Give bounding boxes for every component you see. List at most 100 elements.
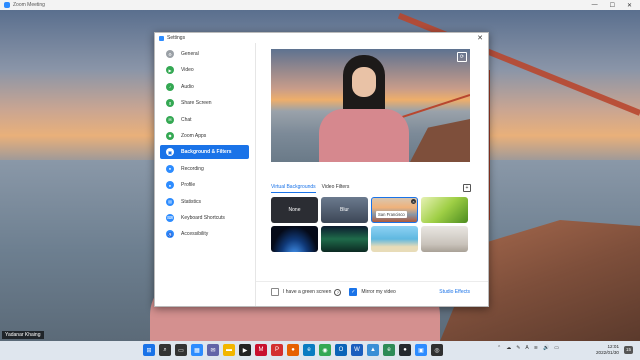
zoom-title-bar: Zoom Meeting — ☐ ✕: [0, 0, 640, 10]
task-view-icon[interactable]: ▭: [175, 344, 187, 356]
windows-start-icon[interactable]: ⊞: [143, 344, 155, 356]
word-icon[interactable]: W: [351, 344, 363, 356]
mirror-video-checkbox[interactable]: ✓: [349, 288, 358, 296]
sidebar-item-label: Statistics: [181, 198, 202, 205]
zoom-logo-icon: [159, 35, 164, 41]
bg-tile-san-francisco[interactable]: × San Francisco: [371, 197, 418, 223]
firefox-icon[interactable]: ●: [287, 344, 299, 356]
system-tray: ⌃ ☁ ✎ A ≋ 🔊 ▭: [497, 345, 559, 351]
tray-chevron-icon[interactable]: ⌃: [497, 345, 501, 351]
close-window-button[interactable]: ✕: [627, 2, 632, 9]
sidebar-item-zoom-apps[interactable]: ◆ Zoom Apps: [160, 129, 249, 143]
settings-sidebar: ⚙ General ▶ Video ♪ Audio ⬆ Share Screen ✉ Chat ◆ Z…: [155, 47, 255, 244]
sidebar-item-statistics[interactable]: ▤ Statistics: [160, 195, 249, 209]
taskbar-apps: ⊞ ⌕ ▭ ▦ ✉ ▬ ▶ M P ● e ◉ O W ▲ e ● ▣ ◎: [143, 344, 443, 356]
obs-icon[interactable]: ◎: [431, 344, 443, 356]
video-preview: ⟳: [271, 49, 470, 162]
onedrive-icon[interactable]: ☁: [506, 345, 511, 351]
photos-icon[interactable]: ▲: [367, 344, 379, 356]
volume-icon[interactable]: 🔊: [543, 345, 549, 351]
bg-tile-earth[interactable]: [271, 226, 318, 252]
chrome-icon[interactable]: ◉: [319, 344, 331, 356]
sidebar-item-video[interactable]: ▶ Video: [160, 63, 249, 77]
widgets-icon[interactable]: ▦: [191, 344, 203, 356]
green-screen-checkbox[interactable]: [271, 288, 279, 296]
maximize-button[interactable]: ☐: [610, 2, 615, 9]
close-dialog-button[interactable]: ✕: [477, 34, 483, 42]
apps-icon: ◆: [166, 131, 174, 140]
share-screen-icon: ⬆: [166, 99, 174, 108]
sidebar-item-label: General: [181, 51, 199, 57]
zoom-icon[interactable]: ▣: [415, 344, 427, 356]
tile-tooltip: San Francisco: [376, 211, 407, 218]
sidebar-item-label: Accessibility: [181, 231, 209, 238]
preview-person-body: [319, 109, 409, 162]
help-icon[interactable]: ?: [334, 288, 342, 296]
footer-divider: [256, 281, 488, 282]
chat-teams-icon[interactable]: ✉: [207, 344, 219, 356]
sidebar-item-keyboard-shortcuts[interactable]: ⌨ Keyboard Shortcuts: [160, 211, 249, 225]
sidebar-item-recording[interactable]: ● Recording: [160, 162, 249, 176]
edge-icon[interactable]: e: [303, 344, 315, 356]
statistics-icon: ▤: [166, 197, 174, 206]
zoom-logo-icon: [4, 2, 10, 8]
search-icon[interactable]: ⌕: [159, 344, 171, 356]
sidebar-item-audio[interactable]: ♪ Audio: [160, 80, 249, 94]
studio-effects-link[interactable]: Studio Effects: [439, 289, 470, 295]
github-icon[interactable]: ●: [399, 344, 411, 356]
notification-badge[interactable]: 15: [624, 346, 633, 354]
minimize-button[interactable]: —: [592, 2, 598, 9]
file-explorer-icon[interactable]: ▬: [223, 344, 235, 356]
keyboard-icon: ⌨: [166, 213, 174, 222]
sidebar-item-label: Recording: [181, 165, 204, 172]
dialog-title: Settings: [167, 35, 186, 41]
taskbar: ⊞ ⌕ ▭ ▦ ✉ ▬ ▶ M P ● e ◉ O W ▲ e ● ▣ ◎ ⌃ ☁ ✎ A ≋ 🔊 ▭ 12:01 …: [0, 341, 640, 360]
battery-icon[interactable]: ▭: [554, 345, 559, 351]
divider: [255, 43, 256, 306]
dialog-title-bar: Settings ✕: [155, 33, 488, 43]
sidebar-item-label: Zoom Apps: [181, 132, 207, 139]
bg-tile-none[interactable]: None: [271, 197, 318, 223]
bg-tile-grass[interactable]: [421, 197, 468, 223]
sidebar-item-label: Video: [181, 67, 194, 74]
sidebar-item-accessibility[interactable]: ♿ Accessibility: [160, 227, 249, 241]
remove-background-icon[interactable]: ×: [411, 199, 416, 204]
media-icon[interactable]: ▶: [239, 344, 251, 356]
sidebar-item-chat[interactable]: ✉ Chat: [160, 113, 249, 127]
sidebar-item-profile[interactable]: ● Profile: [160, 178, 249, 192]
rotate-video-icon[interactable]: ⟳: [457, 52, 467, 62]
preview-person-face: [352, 67, 376, 97]
bg-tile-blur[interactable]: Blur: [321, 197, 368, 223]
tile-label: Blur: [340, 207, 349, 213]
profile-icon: ●: [166, 181, 174, 190]
bg-tile-aurora[interactable]: [321, 226, 368, 252]
pen-icon[interactable]: ✎: [516, 345, 520, 351]
background-grid: None Blur × San Francisco: [271, 197, 470, 252]
participant-name-label: Yadanar Khaing: [2, 331, 44, 339]
wifi-icon[interactable]: ≋: [534, 345, 538, 351]
outlook-icon[interactable]: O: [335, 344, 347, 356]
edge-dev-icon[interactable]: e: [383, 344, 395, 356]
sidebar-item-label: Chat: [181, 116, 192, 123]
language-icon[interactable]: A: [525, 345, 528, 351]
sidebar-item-general[interactable]: ⚙ General: [160, 47, 249, 61]
headphones-icon: ♪: [166, 82, 174, 91]
add-background-button[interactable]: +: [463, 184, 471, 192]
video-icon: ▶: [166, 66, 174, 75]
sidebar-item-share-screen[interactable]: ⬆ Share Screen: [160, 96, 249, 110]
tab-video-filters[interactable]: Video Filters: [322, 184, 350, 193]
tile-label: None: [288, 207, 301, 213]
mcafee-icon[interactable]: M: [255, 344, 267, 356]
sidebar-item-label: Background & Filters: [181, 149, 232, 156]
sidebar-item-label: Share Screen: [181, 100, 212, 107]
window-title: Zoom Meeting: [13, 2, 45, 8]
tab-virtual-backgrounds[interactable]: Virtual Backgrounds: [271, 184, 316, 193]
green-screen-label: I have a green screen: [283, 289, 332, 295]
bg-tile-beach[interactable]: [371, 226, 418, 252]
settings-footer: I have a green screen ? ✓ Mirror my vide…: [271, 288, 470, 296]
clock[interactable]: 12:01 2022/01/30: [596, 344, 619, 356]
bg-tile-room[interactable]: [421, 226, 468, 252]
sidebar-item-background-filters[interactable]: ▣ Background & Filters: [160, 145, 249, 160]
sidebar-item-label: Audio: [181, 83, 194, 90]
pdf-icon[interactable]: P: [271, 344, 283, 356]
